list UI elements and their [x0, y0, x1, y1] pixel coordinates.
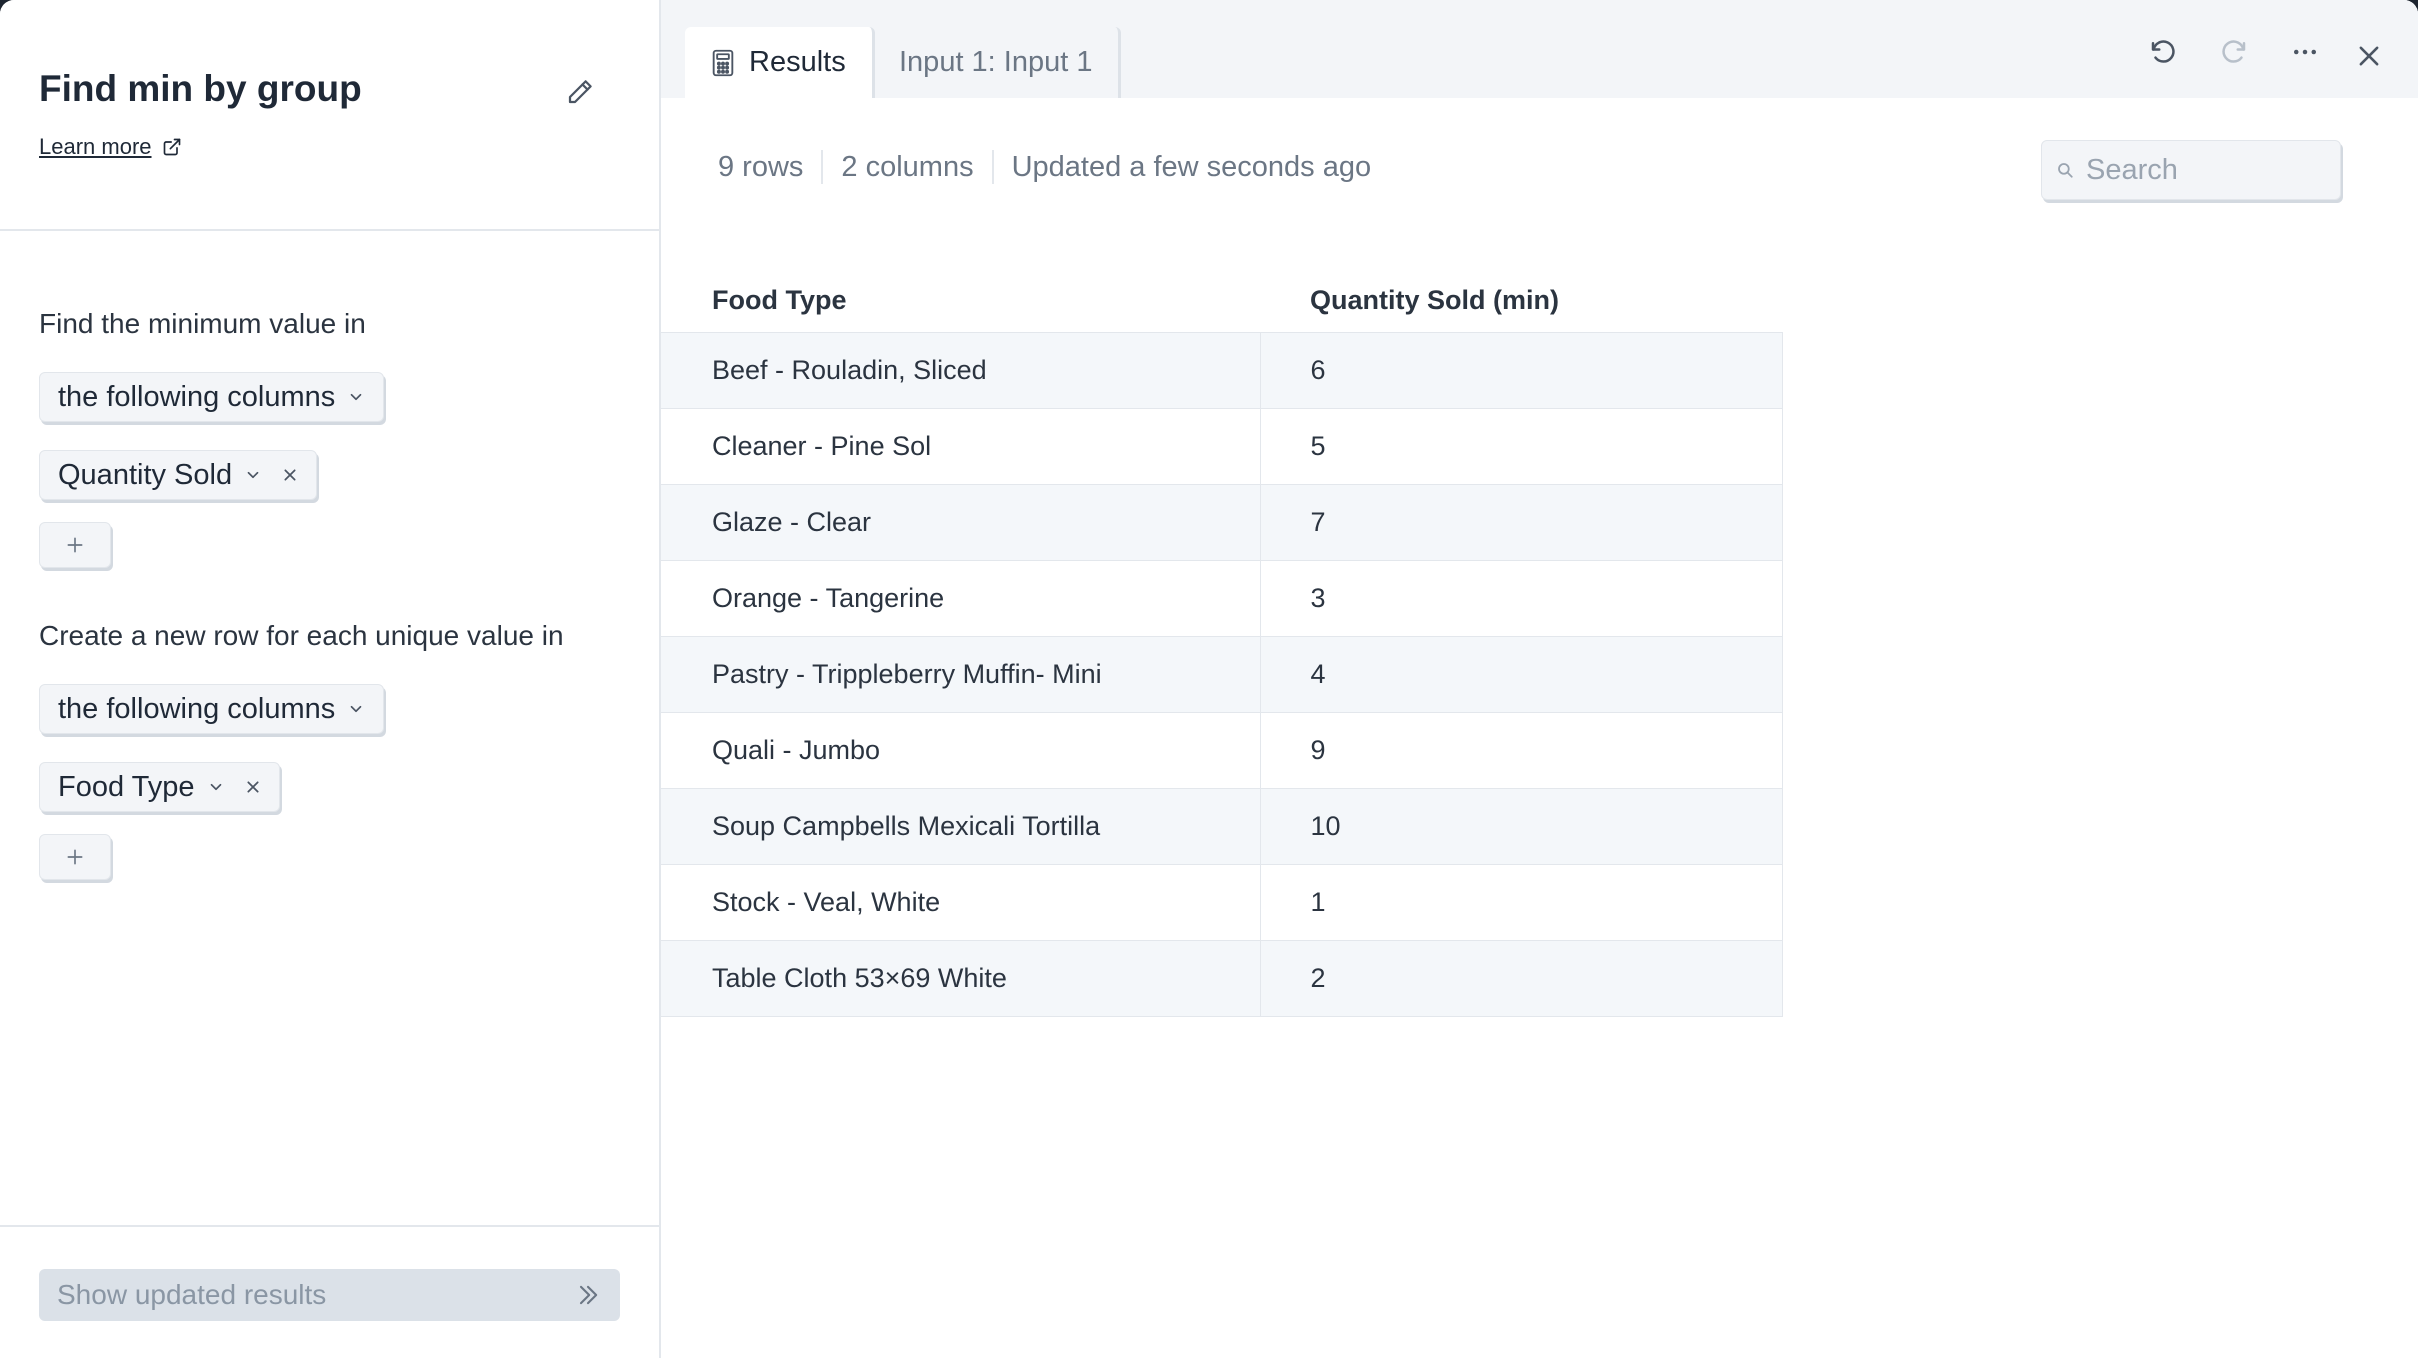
calculator-icon	[712, 49, 734, 76]
chevron-down-icon	[350, 705, 362, 713]
add-min-column-button[interactable]	[39, 522, 111, 568]
divider	[821, 150, 824, 184]
table-cell[interactable]: 9	[1260, 711, 1783, 788]
undo-button[interactable]	[2141, 30, 2185, 74]
table-row: Stock - Veal, White 1	[661, 863, 1783, 940]
group-column-chip-label: Food Type	[58, 770, 195, 803]
table-cell[interactable]: Quali - Jumbo	[661, 711, 1261, 788]
row-count: 9 rows	[718, 150, 804, 183]
table-row: Glaze - Clear 7	[661, 483, 1783, 560]
table-header-row: Food Type Quantity Sold (min)	[661, 270, 1783, 332]
search-input[interactable]	[2086, 153, 2326, 187]
table-row: Cleaner - Pine Sol 5	[661, 407, 1783, 484]
chevron-down-icon	[350, 393, 362, 401]
tab-results-label: Results	[749, 46, 846, 78]
results-panel: Results Input 1: Input 1 9 rows 2 column…	[661, 0, 2418, 1358]
column-count: 2 columns	[841, 150, 974, 183]
table-cell[interactable]: Glaze - Clear	[661, 483, 1261, 560]
learn-more-label: Learn more	[39, 134, 152, 159]
close-icon	[246, 781, 259, 793]
table-cell[interactable]: Table Cloth 53×69 White	[661, 939, 1261, 1017]
external-link-icon	[163, 138, 180, 156]
column-header-quantity-sold-min[interactable]: Quantity Sold (min)	[1260, 270, 1783, 332]
table-row: Soup Campbells Mexicali Tortilla 10	[661, 787, 1783, 864]
table-row: Beef - Rouladin, Sliced 6	[661, 331, 1783, 408]
panel-footer: Show updated results	[0, 1225, 659, 1358]
search-icon	[2058, 163, 2073, 178]
table-row: Orange - Tangerine 3	[661, 559, 1783, 636]
table-cell[interactable]: Stock - Veal, White	[661, 863, 1261, 940]
min-section-label: Find the minimum value in	[39, 308, 366, 339]
column-header-food-type[interactable]: Food Type	[661, 270, 1260, 332]
add-group-column-button[interactable]	[39, 834, 111, 880]
pencil-icon	[568, 80, 592, 104]
remove-min-column-button[interactable]	[282, 467, 298, 483]
step-config-panel: Find min by group Learn more Find the mi…	[0, 0, 661, 1358]
chevron-down-icon	[247, 471, 259, 479]
tab-input-1[interactable]: Input 1: Input 1	[873, 27, 1122, 98]
close-button[interactable]	[2347, 34, 2391, 78]
table-cell[interactable]: Cleaner - Pine Sol	[661, 407, 1261, 484]
plus-icon	[67, 537, 83, 553]
remove-group-column-button[interactable]	[245, 779, 261, 795]
table-cell[interactable]: 6	[1260, 331, 1783, 408]
group-section-label: Create a new row for each unique value i…	[39, 620, 564, 651]
divider	[991, 150, 994, 184]
table-row: Pastry - Trippleberry Muffin- Mini 4	[661, 635, 1783, 712]
results-summary: 9 rows 2 columns Updated a few seconds a…	[718, 150, 1371, 184]
results-table: Food Type Quantity Sold (min) Beef - Rou…	[661, 270, 1783, 1017]
table-cell[interactable]: 5	[1260, 407, 1783, 484]
min-columns-mode-label: the following columns	[58, 380, 336, 413]
redo-button[interactable]	[2212, 30, 2256, 74]
table-cell[interactable]: Soup Campbells Mexicali Tortilla	[661, 787, 1261, 864]
close-icon	[2359, 46, 2379, 66]
tab-results[interactable]: Results	[685, 27, 875, 98]
double-chevron-right-icon	[579, 1285, 598, 1305]
table-row: Table Cloth 53×69 White 2	[661, 939, 1783, 1017]
tab-bar: Results Input 1: Input 1	[661, 0, 2418, 98]
table-row: Quali - Jumbo 9	[661, 711, 1783, 788]
table-cell[interactable]: Pastry - Trippleberry Muffin- Mini	[661, 635, 1261, 712]
app-window: Find min by group Learn more Find the mi…	[0, 0, 2418, 1358]
table-cell[interactable]: Beef - Rouladin, Sliced	[661, 331, 1261, 408]
close-icon	[284, 469, 296, 481]
min-columns-mode-dropdown[interactable]: the following columns	[39, 372, 385, 422]
table-cell[interactable]: 7	[1260, 483, 1783, 560]
undo-icon	[2151, 40, 2175, 63]
learn-more-link[interactable]: Learn more	[39, 134, 182, 160]
edit-title-button[interactable]	[560, 72, 600, 112]
panel-header: Find min by group Learn more	[0, 0, 659, 231]
group-columns-mode-label: the following columns	[58, 692, 336, 725]
show-updated-results-button[interactable]: Show updated results	[39, 1269, 620, 1321]
table-cell[interactable]: 3	[1260, 559, 1783, 636]
show-updated-results-label: Show updated results	[57, 1279, 327, 1310]
redo-icon	[2222, 40, 2246, 63]
table-cell[interactable]: 4	[1260, 635, 1783, 712]
ellipsis-icon	[2294, 49, 2316, 55]
group-column-chip[interactable]: Food Type	[39, 762, 280, 812]
group-columns-mode-dropdown[interactable]: the following columns	[39, 684, 385, 734]
step-title: Find min by group	[39, 68, 362, 109]
min-column-chip[interactable]: Quantity Sold	[39, 450, 318, 500]
min-column-chip-label: Quantity Sold	[58, 458, 233, 491]
tab-input-1-label: Input 1: Input 1	[899, 46, 1093, 78]
search-box[interactable]	[2041, 140, 2341, 200]
table-cell[interactable]: 1	[1260, 863, 1783, 940]
updated-status: Updated a few seconds ago	[1011, 150, 1372, 183]
table-cell[interactable]: 2	[1260, 939, 1783, 1017]
plus-icon	[67, 849, 83, 865]
chevron-down-icon	[210, 783, 221, 791]
more-options-button[interactable]	[2283, 30, 2327, 74]
table-cell[interactable]: Orange - Tangerine	[661, 559, 1261, 636]
table-cell[interactable]: 10	[1260, 787, 1783, 864]
